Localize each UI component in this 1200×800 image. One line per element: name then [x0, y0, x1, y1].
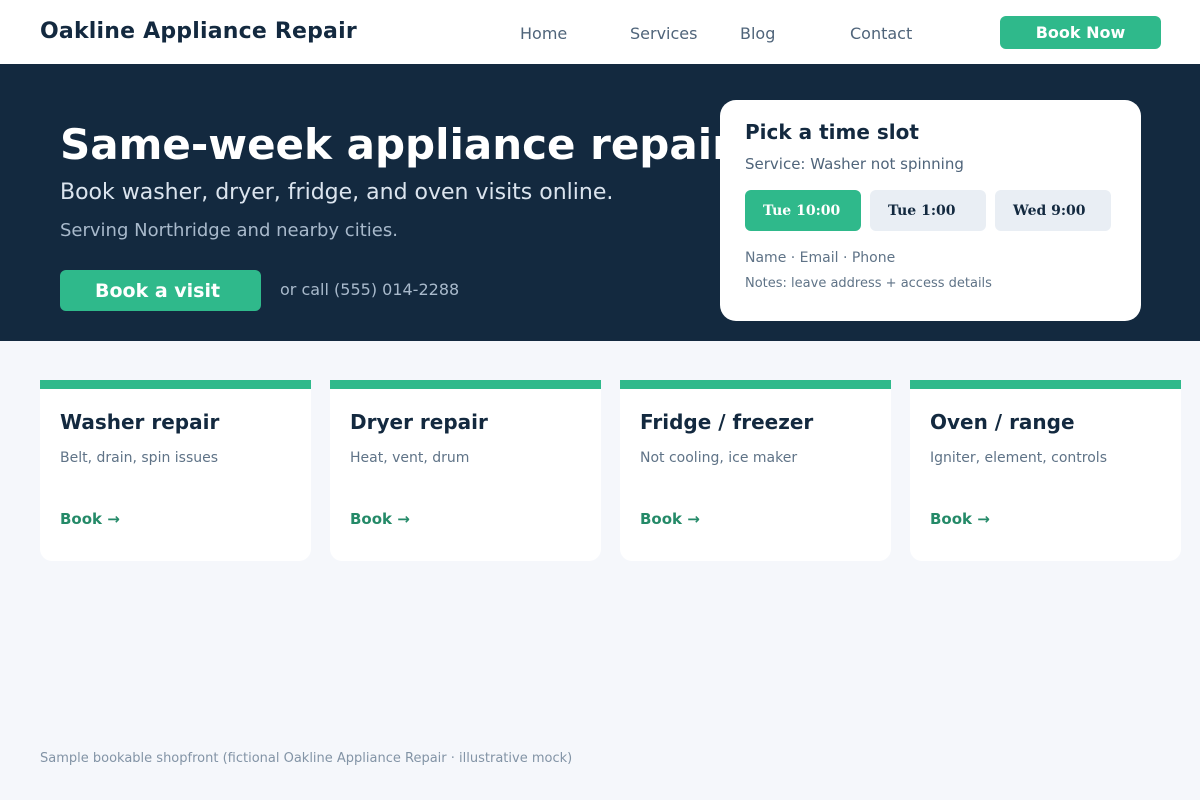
- nav-link-services[interactable]: Services: [630, 24, 697, 43]
- book-washer-link[interactable]: Book →: [60, 510, 120, 528]
- nav-link-contact[interactable]: Contact: [850, 24, 912, 43]
- card-accent-bar: [40, 380, 311, 389]
- service-card-title: Washer repair: [60, 410, 220, 434]
- service-card-title: Fridge / freezer: [640, 410, 814, 434]
- top-navigation-bar: Oakline Appliance Repair Home Services B…: [0, 0, 1200, 64]
- brand-name[interactable]: Oakline Appliance Repair: [40, 19, 357, 44]
- service-area-text: Serving Northridge and nearby cities.: [60, 220, 398, 241]
- service-card-fridge: Fridge / freezer Not cooling, ice maker …: [620, 380, 891, 561]
- card-accent-bar: [330, 380, 601, 389]
- time-slot-button-tue-1[interactable]: Tue 1:00: [870, 190, 986, 231]
- hero-title: Same-week appliance repairs: [60, 120, 758, 169]
- nav-link-blog[interactable]: Blog: [740, 24, 775, 43]
- service-card-oven: Oven / range Igniter, element, controls …: [910, 380, 1181, 561]
- book-fridge-link[interactable]: Book →: [640, 510, 700, 528]
- service-card-description: Heat, vent, drum: [350, 450, 470, 466]
- service-card-description: Not cooling, ice maker: [640, 450, 798, 466]
- time-slot-button-tue-10[interactable]: Tue 10:00: [745, 190, 861, 231]
- card-accent-bar: [910, 380, 1181, 389]
- book-dryer-link[interactable]: Book →: [350, 510, 410, 528]
- selected-service-text: Service: Washer not spinning: [745, 155, 964, 173]
- time-slot-picker-title: Pick a time slot: [745, 120, 919, 144]
- service-card-description: Belt, drain, spin issues: [60, 450, 219, 466]
- service-card-title: Oven / range: [930, 410, 1075, 434]
- service-card-washer: Washer repair Belt, drain, spin issues B…: [40, 380, 311, 561]
- service-card-title: Dryer repair: [350, 410, 488, 434]
- nav-link-home[interactable]: Home: [520, 24, 567, 43]
- notes-hint: Notes: leave address + access details: [745, 276, 992, 291]
- time-slot-button-wed-9[interactable]: Wed 9:00: [995, 190, 1111, 231]
- book-oven-link[interactable]: Book →: [930, 510, 990, 528]
- service-card-description: Igniter, element, controls: [930, 450, 1107, 466]
- book-now-button[interactable]: Book Now: [1000, 16, 1161, 49]
- hero-subtitle: Book washer, dryer, fridge, and oven vis…: [60, 180, 614, 205]
- book-a-visit-button[interactable]: Book a visit: [60, 270, 261, 311]
- footer-disclaimer: Sample bookable shopfront (fictional Oak…: [40, 751, 573, 766]
- card-accent-bar: [620, 380, 891, 389]
- service-card-dryer: Dryer repair Heat, vent, drum Book →: [330, 380, 601, 561]
- contact-fields-hint: Name · Email · Phone: [745, 250, 896, 266]
- time-slot-picker-card: Pick a time slot Service: Washer not spi…: [720, 100, 1141, 321]
- phone-contact-text: or call (555) 014-2288: [280, 280, 460, 299]
